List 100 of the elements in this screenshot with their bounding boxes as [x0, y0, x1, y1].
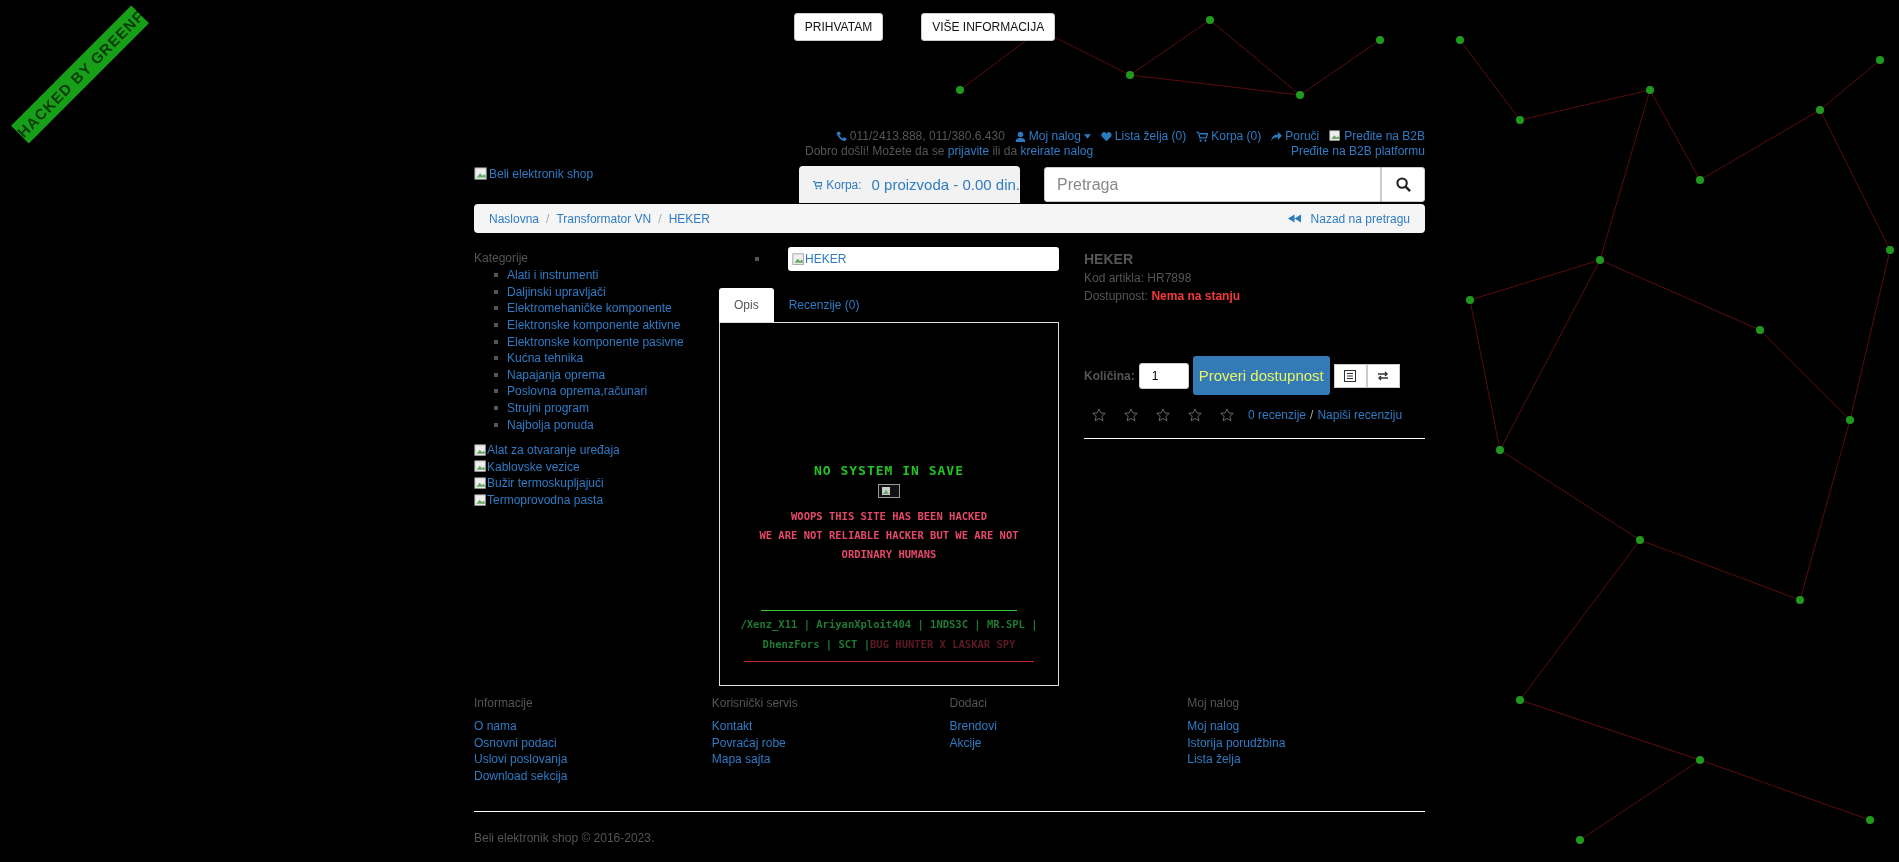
crew-tagline: BUG HUNTER X LASKAR SPY — [870, 638, 1016, 650]
b2b-link[interactable]: Pređite na B2B platformu — [1290, 144, 1425, 158]
banner-link[interactable]: Termoprovodna pasta — [487, 493, 604, 507]
share-icon — [1271, 130, 1283, 142]
image-alt-text: HEKER — [805, 252, 847, 266]
header-link[interactable]: Pređite na B2B — [1344, 129, 1425, 143]
crew-names: /Xenz_X11 | AriyanXploit404 | 1NDS3C | MR.SPL | — [740, 618, 1038, 630]
list-icon — [1344, 369, 1357, 382]
breadcrumb-link[interactable]: HEKER — [668, 211, 710, 226]
header-link[interactable]: Korpa (0) — [1211, 129, 1262, 143]
breadcrumb-separator: / — [658, 211, 662, 226]
compare-button[interactable] — [1366, 363, 1400, 388]
heart-icon — [1100, 130, 1112, 142]
category-link[interactable]: Poslovna oprema,računari — [507, 384, 648, 399]
footer-heading: Informacije — [474, 696, 533, 710]
product-code: Kod artikla: HR7898 — [1084, 271, 1193, 285]
category-link[interactable]: Napajanja oprema — [507, 367, 606, 382]
crew-names: DhenzFors | SCT | — [762, 638, 871, 650]
cart-total: 0 proizvoda - 0.00 din. — [871, 176, 1020, 193]
broken-image-icon — [474, 493, 487, 507]
bullet-icon — [494, 339, 498, 344]
broken-image-icon — [474, 476, 487, 490]
reviews-link[interactable]: 0 recenzije — [1248, 408, 1307, 422]
category-link[interactable]: Strujni program — [507, 401, 590, 416]
header-link[interactable]: Lista želja (0) — [1114, 129, 1187, 143]
broken-image-icon — [878, 484, 900, 498]
star-icon — [1124, 408, 1138, 422]
user-icon — [1014, 130, 1026, 142]
bullet-icon — [494, 306, 498, 311]
breadcrumb-link[interactable]: Transformator VN — [556, 211, 652, 226]
header-link[interactable]: Poruči — [1285, 129, 1320, 143]
rewind-icon — [1287, 214, 1301, 223]
footer-heading: Moj nalog — [1187, 696, 1240, 710]
sidebar-title: Kategorije — [474, 251, 530, 265]
copyright-text: Beli elektronik shop © 2016-2023. — [474, 831, 656, 846]
footer-link[interactable]: Brendovi — [949, 718, 997, 735]
bullet-icon — [494, 422, 498, 427]
bullet-icon — [755, 257, 759, 261]
caret-icon — [1083, 133, 1091, 139]
logo-link[interactable]: Beli elektronik shop — [489, 167, 594, 181]
availability-label: Dostupnost: — [1084, 289, 1149, 303]
banner-link[interactable]: Kablovske vezice — [487, 459, 580, 474]
bullet-icon — [494, 389, 498, 394]
footer-link[interactable]: Istorija porudžbina — [1187, 734, 1286, 752]
category-link[interactable]: Kućna tehnika — [507, 351, 584, 366]
star-icon — [1220, 408, 1234, 422]
broken-image-icon — [1329, 130, 1342, 142]
category-link[interactable]: Elektronske komponente aktivne — [507, 318, 681, 333]
category-link[interactable]: Elektromehaničke komponente — [507, 301, 672, 316]
tab[interactable]: Opis — [719, 288, 774, 322]
category-link[interactable]: Najbolja ponuda — [507, 417, 594, 432]
banner-link[interactable]: Alat za otvaranje uređaja — [487, 443, 620, 458]
footer-link[interactable]: Lista želja — [1187, 751, 1241, 768]
footer-link[interactable]: Osnovni podaci — [474, 734, 557, 752]
cart-summary[interactable]: Korpa: 0 proizvoda - 0.00 din. — [799, 166, 1020, 203]
footer-link[interactable]: Moj nalog — [1187, 718, 1240, 735]
back-link[interactable]: Nazad na pretragu — [1310, 211, 1410, 226]
swap-arrows-icon — [1377, 370, 1390, 381]
bullet-icon — [494, 406, 498, 411]
hack-message: WE ARE NOT RELIABLE HACKER BUT WE ARE NOT — [759, 528, 1019, 543]
hack-message: WOOPS THIS SITE HAS BEEN HACKED — [790, 509, 988, 524]
bullet-icon — [494, 372, 498, 377]
category-link[interactable]: Elektronske komponente pasivne — [507, 334, 684, 349]
footer-link[interactable]: Povraćaj robe — [711, 734, 786, 752]
category-link[interactable]: Daljinski upravljači — [507, 284, 606, 299]
search-button[interactable] — [1381, 167, 1425, 202]
footer-link[interactable]: Akcije — [949, 734, 982, 752]
footer-link[interactable]: Mapa sajta — [711, 751, 771, 768]
register-link[interactable]: kreirate nalog — [1020, 144, 1094, 158]
tab[interactable]: Recenzije (0) — [773, 288, 875, 322]
search-icon — [1395, 177, 1411, 192]
broken-image-icon — [474, 460, 487, 474]
banner-link[interactable]: Bužir termoskupljajući — [487, 476, 604, 491]
header-link[interactable]: Moj nalog — [1028, 129, 1081, 143]
footer-link[interactable]: Download sekcija — [474, 767, 568, 785]
hack-message: ORDINARY HUMANS — [840, 547, 938, 562]
cookie-button[interactable]: PRIHVATAM — [793, 13, 884, 41]
quantity-field[interactable]: 1 — [1138, 362, 1189, 389]
footer-link[interactable]: Kontakt — [711, 718, 753, 735]
review-separator: / — [1310, 408, 1314, 422]
search-field[interactable]: Pretraga — [1044, 167, 1381, 202]
cookie-button[interactable]: VIŠE INFORMACIJA — [921, 13, 1056, 41]
star-icon — [1156, 408, 1170, 422]
broken-image-icon — [792, 252, 805, 266]
bullet-icon — [494, 273, 498, 278]
breadcrumb-separator: / — [546, 211, 550, 226]
wishlist-button[interactable] — [1333, 363, 1367, 388]
login-link[interactable]: prijavite — [947, 144, 990, 158]
check-availability-button[interactable]: Proveri dostupnost — [1192, 356, 1330, 395]
footer-link[interactable]: O nama — [474, 718, 517, 735]
broken-image-icon — [474, 443, 487, 457]
breadcrumb-link[interactable]: Naslovna — [489, 211, 540, 226]
hack-title: NO SYSTEM IN SAVE — [813, 463, 965, 478]
star-icon — [1092, 408, 1106, 422]
category-link[interactable]: Alati i instrumenti — [507, 268, 599, 283]
footer-link[interactable]: Uslovi poslovanja — [474, 751, 568, 768]
write-review-link[interactable]: Napiši recenziju — [1317, 408, 1403, 422]
bullet-icon — [494, 323, 498, 328]
broken-image-icon — [474, 167, 488, 181]
star-icon — [1188, 408, 1202, 422]
